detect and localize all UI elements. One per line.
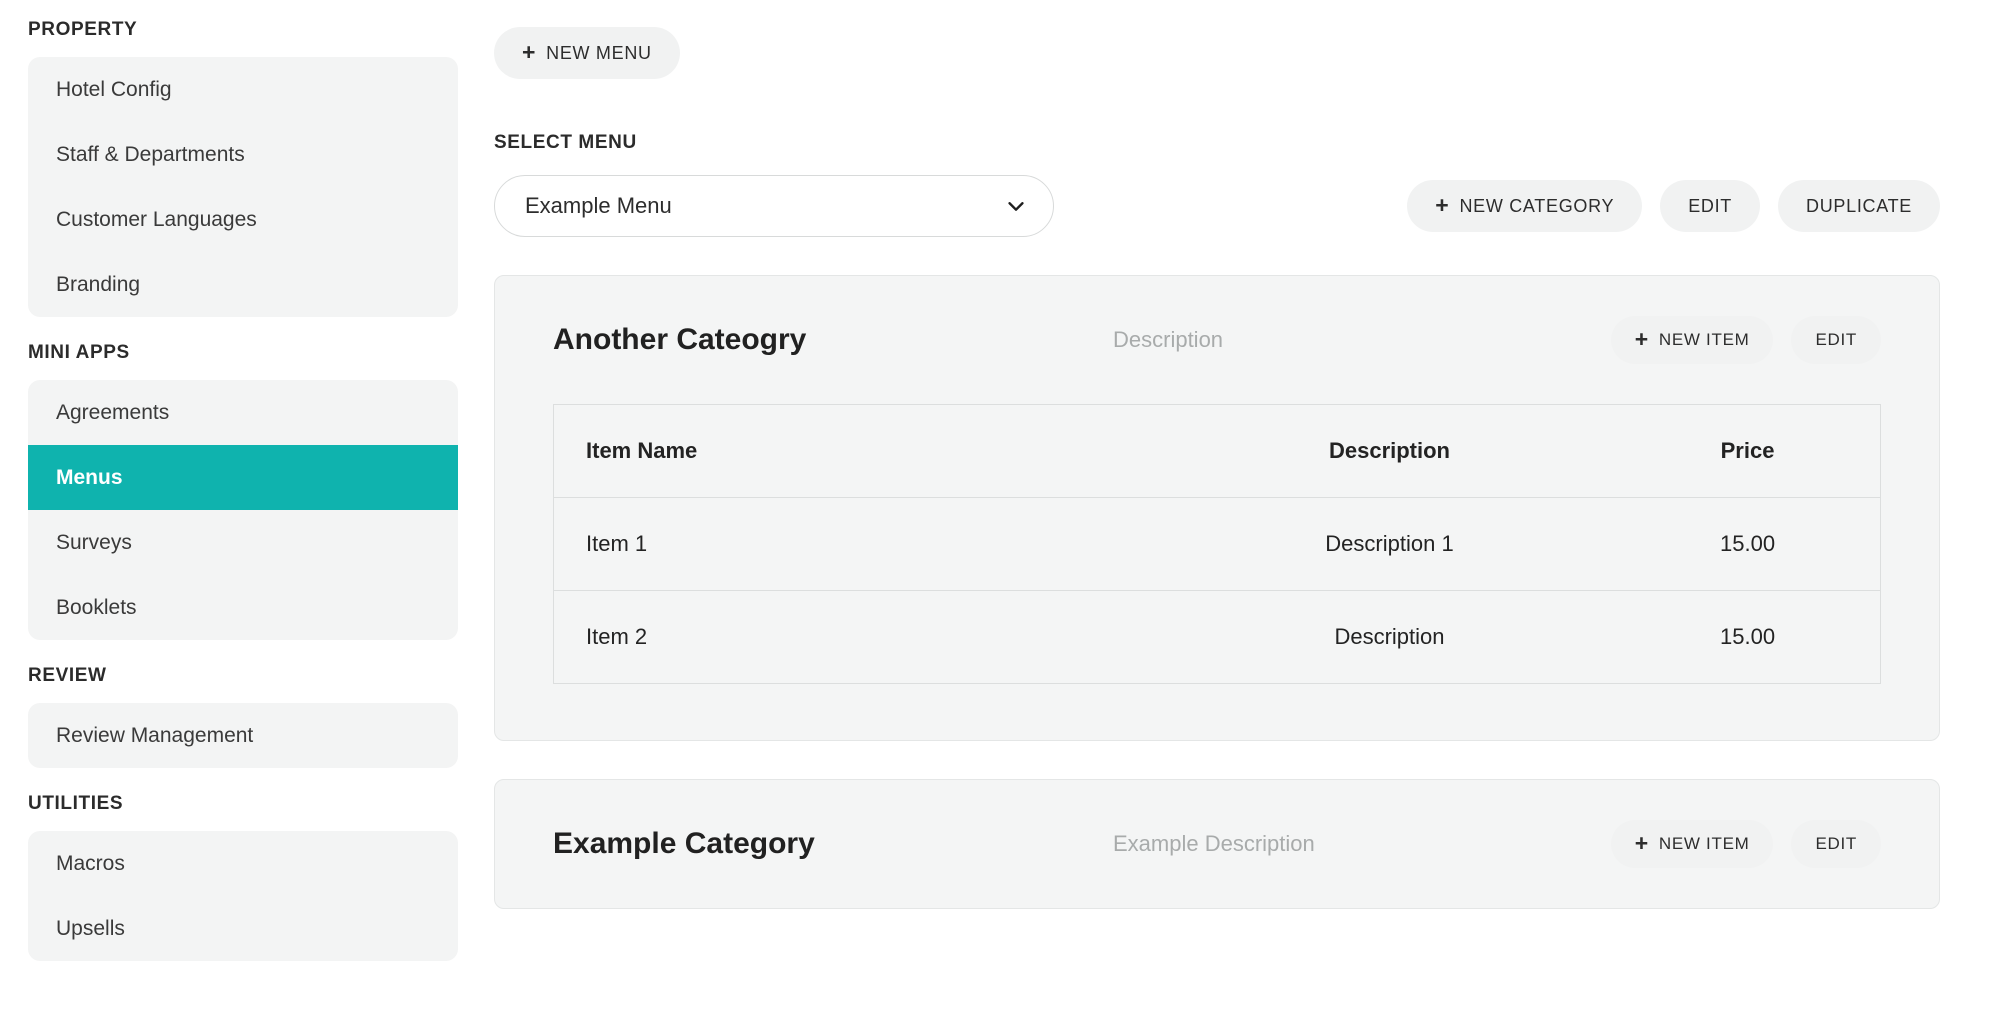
sidebar-item-upsells[interactable]: Upsells — [28, 896, 458, 961]
select-menu-label: SELECT MENU — [494, 132, 637, 153]
sidebar-group: Hotel Config Staff & Departments Customer … — [28, 57, 458, 317]
select-menu-dropdown[interactable]: Example Menu — [494, 175, 1054, 237]
plus-icon: + — [1634, 829, 1649, 856]
sidebar-item-agreements[interactable]: Agreements — [28, 380, 458, 445]
sidebar-group: Macros Upsells — [28, 831, 458, 961]
sidebar-item-label: Review Management — [56, 723, 254, 747]
category-actions: + NEW ITEM EDIT — [1610, 316, 1881, 364]
edit-category-button[interactable]: EDIT — [1791, 820, 1881, 868]
category-card: Another Cateogry Description + NEW ITEM EDIT… — [494, 275, 1940, 741]
column-header-price: Price — [1615, 404, 1881, 498]
new-item-button[interactable]: + NEW ITEM — [1610, 316, 1774, 364]
category-title: Another Cateogry — [553, 323, 807, 356]
category-title: Example Category — [553, 827, 815, 860]
table-row[interactable]: Item 1 Description 1 15.00 — [553, 497, 1881, 591]
cell-description: Description — [1334, 624, 1445, 649]
sidebar-item-staff-departments[interactable]: Staff & Departments — [28, 122, 458, 187]
new-item-button[interactable]: + NEW ITEM — [1610, 820, 1774, 868]
sidebar-item-macros[interactable]: Macros — [28, 831, 458, 896]
category-card-header: Example Category Example Description + NEW … — [553, 780, 1881, 908]
plus-icon: + — [1435, 191, 1450, 218]
cell-name: Item 2 — [586, 624, 648, 649]
new-category-button[interactable]: + NEW CATEGORY — [1407, 180, 1643, 232]
sidebar-item-menus[interactable]: Menus — [28, 445, 458, 510]
menu-actions: + NEW CATEGORY EDIT DUPLICATE — [1407, 180, 1940, 232]
sidebar-section-label-mini-apps: MINI APPS — [28, 342, 130, 363]
sidebar-group: Review Management — [28, 703, 458, 768]
new-menu-label: NEW MENU — [546, 42, 652, 63]
sidebar-item-booklets[interactable]: Booklets — [28, 575, 458, 640]
chevron-down-icon — [1005, 195, 1027, 217]
cell-name: Item 1 — [553, 497, 1164, 591]
top-toolbar: + NEW MENU — [494, 0, 1940, 79]
column-header-description: Description — [1163, 404, 1616, 498]
items-table: Item Name Description Price Item 1 Descripti… — [553, 404, 1881, 684]
sidebar-section-label-utilities: UTILITIES — [28, 793, 124, 814]
sidebar-group: Agreements Menus Surveys Booklets — [28, 380, 458, 640]
cell-price: 15.00 — [1720, 624, 1776, 649]
sidebar: PROPERTY Hotel Config Staff & Departments C… — [0, 0, 458, 1024]
table-header-row: Item Name Description Price — [553, 404, 1881, 498]
cell-description: Description 1 — [1163, 497, 1616, 591]
sidebar-item-label: Customer Languages — [56, 207, 257, 231]
sidebar-item-label: Menus — [56, 465, 123, 489]
new-menu-button[interactable]: + NEW MENU — [494, 27, 680, 79]
edit-category-button[interactable]: EDIT — [1791, 316, 1881, 364]
sidebar-item-label: Branding — [56, 272, 141, 296]
sidebar-item-review-management[interactable]: Review Management — [28, 703, 458, 768]
sidebar-item-label: Upsells — [56, 916, 125, 940]
sidebar-item-label: Macros — [56, 851, 125, 875]
sidebar-item-customer-languages[interactable]: Customer Languages — [28, 187, 458, 252]
edit-menu-button[interactable]: EDIT — [1660, 180, 1760, 232]
duplicate-menu-button[interactable]: DUPLICATE — [1778, 180, 1940, 232]
sidebar-item-label: Agreements — [56, 400, 170, 424]
sidebar-item-label: Surveys — [56, 530, 132, 554]
category-card-header: Another Cateogry Description + NEW ITEM EDIT — [553, 276, 1881, 404]
new-item-label: NEW ITEM — [1658, 330, 1750, 349]
category-list: Another Cateogry Description + NEW ITEM EDIT… — [494, 275, 1940, 909]
sidebar-item-surveys[interactable]: Surveys — [28, 510, 458, 575]
table-row[interactable]: Item 2 Description 15.00 — [554, 591, 1881, 684]
category-description: Description — [1113, 327, 1224, 352]
sidebar-item-label: Staff & Departments — [56, 142, 245, 166]
new-item-label: NEW ITEM — [1658, 834, 1750, 853]
sidebar-item-label: Booklets — [56, 595, 137, 619]
sidebar-section-label-property: PROPERTY — [28, 19, 138, 40]
select-menu-row: Example Menu + NEW CATEGORY EDIT DUPLICA… — [494, 175, 1940, 237]
plus-icon: + — [1634, 325, 1649, 352]
main-content: + NEW MENU SELECT MENU Example Menu + NE… — [458, 0, 2000, 1024]
column-header-name: Item Name — [553, 404, 1164, 498]
category-card: Example Category Example Description + NEW … — [494, 779, 1940, 909]
category-actions: + NEW ITEM EDIT — [1610, 820, 1881, 868]
sidebar-item-label: Hotel Config — [56, 77, 172, 101]
sidebar-section-label-review: REVIEW — [28, 665, 107, 686]
category-description: Example Description — [1113, 831, 1315, 856]
select-menu-value: Example Menu — [525, 193, 672, 218]
cell-price: 15.00 — [1615, 497, 1881, 591]
app-root: PROPERTY Hotel Config Staff & Departments C… — [0, 0, 2000, 1024]
sidebar-item-branding[interactable]: Branding — [28, 252, 458, 317]
new-category-label: NEW CATEGORY — [1459, 195, 1615, 216]
sidebar-item-hotel-config[interactable]: Hotel Config — [28, 57, 458, 122]
plus-icon: + — [522, 38, 537, 65]
